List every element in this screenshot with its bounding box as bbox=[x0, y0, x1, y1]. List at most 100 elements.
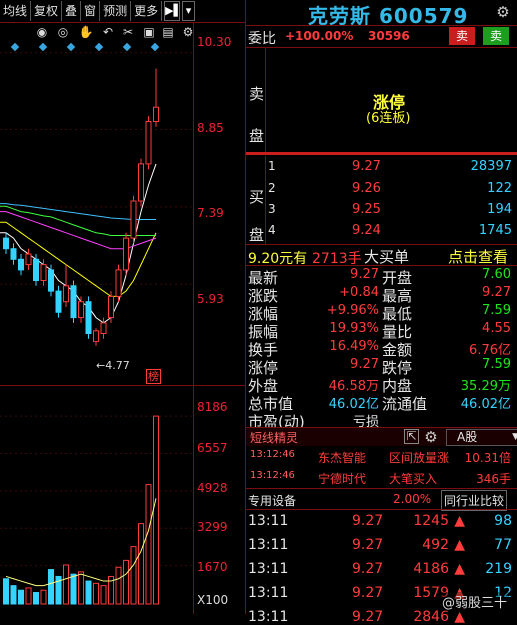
volume-bar[interactable] bbox=[10, 585, 17, 605]
divider bbox=[246, 265, 517, 266]
volume-bar[interactable] bbox=[63, 564, 69, 605]
buy-side-label: 买盘 bbox=[249, 178, 265, 254]
volume-bar[interactable] bbox=[78, 571, 84, 605]
buy-level-price[interactable]: 9.27 bbox=[352, 159, 381, 174]
candle-body[interactable] bbox=[138, 163, 144, 202]
candle-body[interactable] bbox=[10, 248, 17, 260]
popout-icon[interactable]: ⇱ bbox=[404, 429, 419, 444]
sprite-title[interactable]: 短线精灵 bbox=[250, 429, 298, 446]
sell-side-label: 卖盘 bbox=[249, 73, 265, 157]
sprite-value: 346手 bbox=[476, 472, 511, 486]
moving-average-line bbox=[0, 163, 157, 324]
candle-body[interactable] bbox=[130, 200, 137, 239]
divider bbox=[245, 0, 246, 614]
divider bbox=[246, 25, 517, 26]
big-order-link[interactable]: 点击查看 bbox=[448, 246, 508, 267]
divider bbox=[0, 385, 245, 386]
toolbar-window-button[interactable]: 窗 bbox=[81, 1, 101, 21]
gear-icon[interactable]: ⚙ bbox=[423, 429, 439, 445]
candle-body[interactable] bbox=[153, 106, 159, 123]
candle-body[interactable] bbox=[70, 285, 77, 319]
candle-body[interactable] bbox=[115, 269, 122, 297]
sprite-time: 13:12:46 bbox=[250, 449, 295, 460]
gear-icon[interactable]: ⚙ bbox=[495, 4, 511, 20]
volume-axis-tick: 1670 bbox=[197, 560, 228, 574]
volume-bar[interactable] bbox=[123, 559, 129, 605]
industry-compare-button[interactable]: 同行业比较 bbox=[441, 490, 508, 511]
tick-price: 9.27 bbox=[352, 537, 384, 553]
tick-count: 77 bbox=[494, 537, 512, 553]
volume-axis-tick: 4928 bbox=[197, 481, 228, 495]
toolbar-forecast-button[interactable]: 预测 bbox=[100, 1, 132, 21]
sprite-stock[interactable]: 东杰智能 bbox=[318, 449, 366, 466]
market-select[interactable]: A股 ▼ bbox=[446, 429, 517, 446]
price-axis-tick: 5.93 bbox=[197, 292, 224, 306]
buy-level-volume: 1745 bbox=[478, 223, 512, 238]
candle-body[interactable] bbox=[33, 258, 39, 282]
buy-level-price[interactable]: 9.26 bbox=[352, 181, 381, 196]
toolbar-adjust-button[interactable]: 复权 bbox=[31, 1, 63, 21]
volume-bar[interactable] bbox=[100, 585, 107, 605]
candle-body[interactable] bbox=[63, 285, 69, 303]
toolbar-ma-button[interactable]: 均线 bbox=[0, 1, 32, 21]
divider bbox=[265, 156, 266, 244]
sprite-time: 13:12:46 bbox=[250, 470, 295, 481]
candle-body[interactable] bbox=[3, 237, 9, 250]
buy-button[interactable]: 卖 bbox=[483, 27, 509, 45]
big-order-desc: 大买单 bbox=[364, 248, 410, 266]
tick-time: 13:11 bbox=[248, 513, 289, 529]
volume-bar[interactable] bbox=[33, 592, 39, 605]
candle-body[interactable] bbox=[48, 269, 54, 292]
volume-chart[interactable] bbox=[0, 388, 193, 610]
toolbar-overlay-button[interactable]: 叠 bbox=[62, 1, 82, 21]
price-axis-tick: 10.30 bbox=[197, 35, 232, 49]
volume-bar[interactable] bbox=[93, 582, 99, 605]
volume-bar[interactable] bbox=[48, 569, 54, 605]
toolbar-expand-button[interactable]: ▶▌ bbox=[164, 1, 182, 21]
candle-body[interactable] bbox=[85, 301, 92, 335]
candle-body[interactable] bbox=[145, 121, 152, 165]
price-chart[interactable] bbox=[0, 24, 193, 384]
volume-bar[interactable] bbox=[115, 566, 122, 605]
quote-value: 35.29万 bbox=[460, 379, 511, 394]
candle-body[interactable] bbox=[55, 290, 62, 313]
sprite-stock[interactable]: 宁德时代 bbox=[318, 470, 366, 487]
quote-label: 流通值 bbox=[382, 395, 428, 413]
volume-bar[interactable] bbox=[130, 546, 137, 605]
tick-volume: 492 bbox=[422, 537, 449, 553]
candle-body[interactable] bbox=[108, 295, 114, 319]
tick-time: 13:11 bbox=[248, 609, 289, 625]
quote-value: 46.02亿 bbox=[328, 397, 379, 412]
volume-bar[interactable] bbox=[153, 415, 159, 605]
volume-bar[interactable] bbox=[25, 587, 32, 605]
buy-level-price[interactable]: 9.24 bbox=[352, 223, 381, 238]
quote-value: +9.96% bbox=[326, 303, 379, 318]
volume-bar[interactable] bbox=[40, 589, 47, 605]
volume-bar[interactable] bbox=[18, 589, 24, 605]
buy-level-price[interactable]: 9.25 bbox=[352, 202, 381, 217]
volume-bar[interactable] bbox=[85, 580, 92, 605]
tick-time: 13:11 bbox=[248, 561, 289, 577]
weibi-value: +100.00% bbox=[285, 29, 354, 43]
volume-bar[interactable] bbox=[70, 573, 77, 605]
sell-button[interactable]: 卖 bbox=[449, 27, 475, 45]
quote-value: 4.55 bbox=[482, 321, 511, 336]
price-axis-tick: 7.39 bbox=[197, 206, 224, 220]
volume-bar[interactable] bbox=[145, 484, 152, 605]
candle-body[interactable] bbox=[123, 237, 129, 271]
candle-body[interactable] bbox=[100, 322, 107, 334]
quote-value: 9.27 bbox=[482, 285, 511, 300]
toolbar-dropdown-button[interactable]: ▾ bbox=[182, 1, 195, 21]
volume-bar[interactable] bbox=[3, 578, 9, 605]
candle-body[interactable] bbox=[25, 253, 32, 266]
volume-bar[interactable] bbox=[138, 523, 144, 605]
rank-badge[interactable]: 榜 bbox=[146, 369, 161, 384]
divider bbox=[193, 22, 194, 614]
buy-level-num: 4 bbox=[268, 223, 276, 237]
candle-body[interactable] bbox=[93, 330, 99, 342]
candle-body[interactable] bbox=[18, 258, 24, 271]
tick-volume: 4186 bbox=[413, 561, 449, 577]
candle-body[interactable] bbox=[78, 301, 84, 319]
toolbar-more-button[interactable]: 更多 bbox=[131, 1, 163, 21]
candle-body[interactable] bbox=[40, 264, 47, 282]
